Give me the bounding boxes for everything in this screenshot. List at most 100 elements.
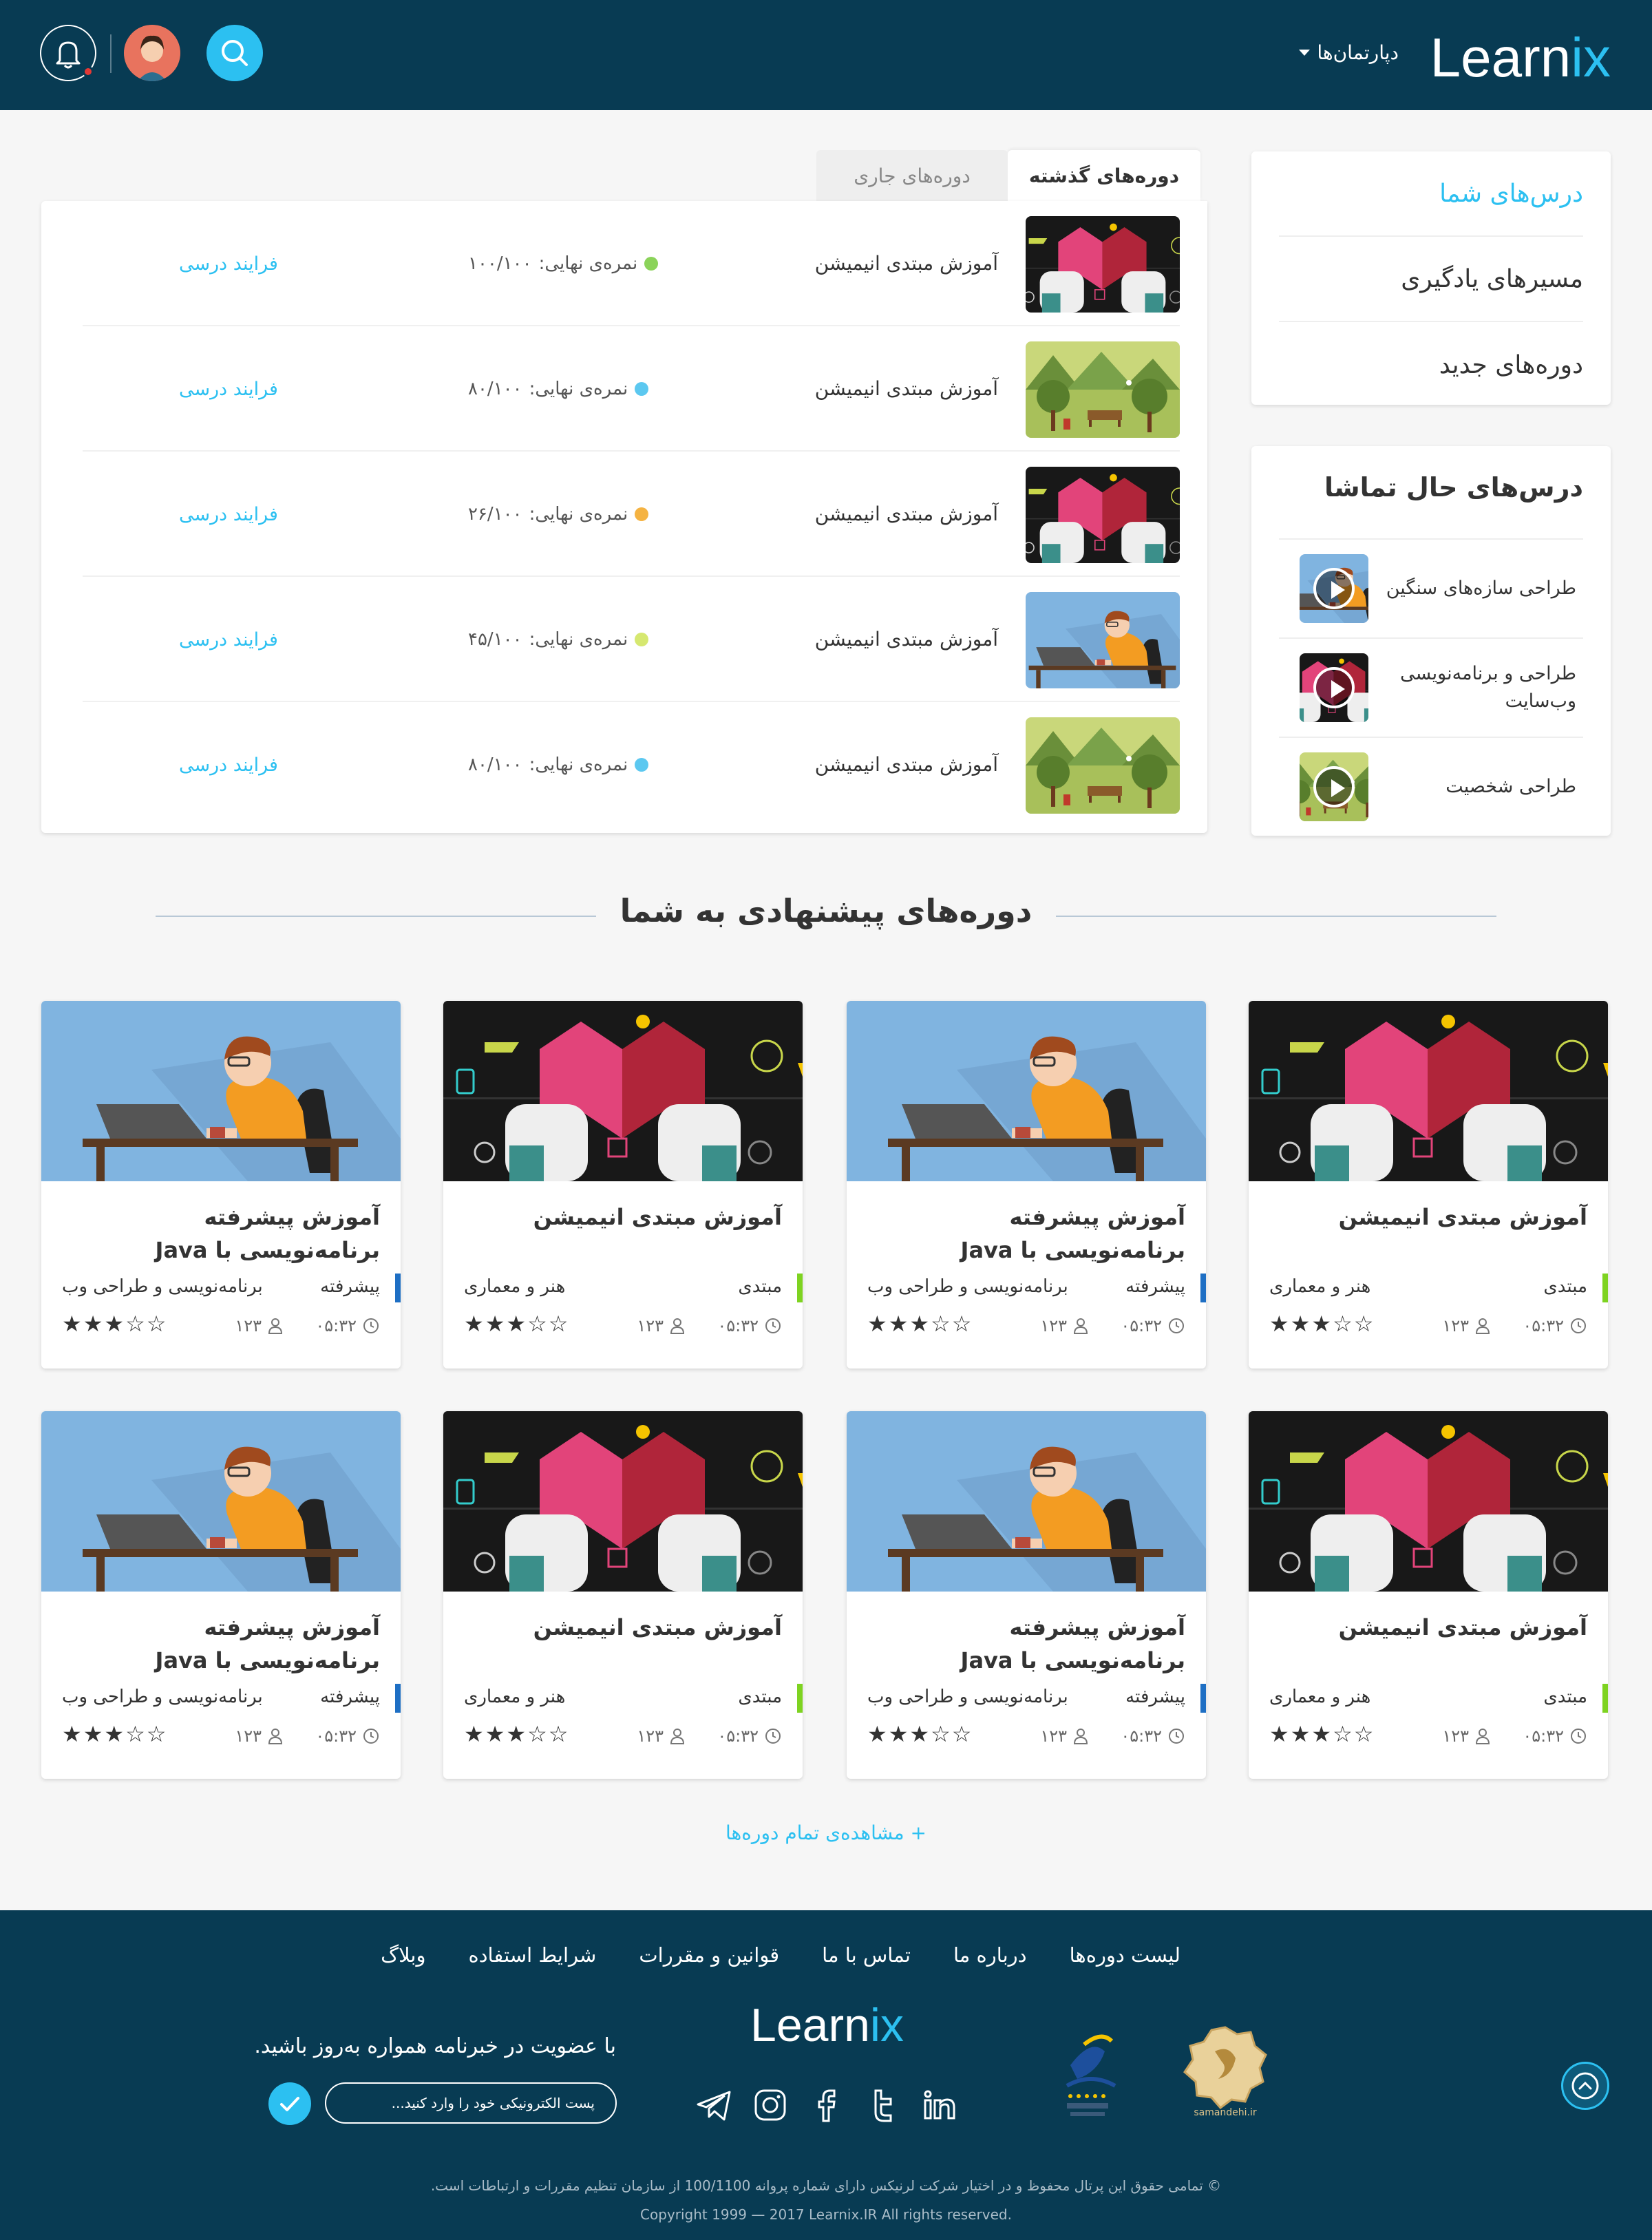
course-duration-value: ۰۵:۳۲ (315, 1316, 357, 1335)
course-card[interactable]: آموزش پیشرفته برنامه‌نویسی با Java پیشرف… (41, 1411, 401, 1779)
course-image[interactable] (1249, 1411, 1608, 1592)
course-tabs: دوره‌های گذشته دوره‌های جاری (816, 150, 1200, 201)
past-course-row: آموزش مبتدی انیمیشن نمره‌ی نهایی: ۲۶/۱۰۰ … (83, 452, 1180, 577)
course-image[interactable] (41, 1411, 401, 1592)
footer-link[interactable]: لیست دوره‌ها (1070, 1943, 1180, 1967)
course-card[interactable]: آموزش مبتدی انیمیشن مبتدی هنر و معماری ۰… (1249, 1411, 1608, 1779)
course-duration-value: ۰۵:۳۲ (717, 1726, 759, 1746)
samandehi-logo: samandehi.ir (1183, 2026, 1267, 2118)
linkedin-icon[interactable] (921, 2086, 958, 2124)
course-process-link[interactable]: فرایند درسی (179, 754, 278, 776)
course-title[interactable]: آموزش مبتدی انیمیشن (464, 1201, 782, 1234)
course-duration: ۰۵:۳۲ (1523, 1316, 1587, 1335)
past-course-thumbnail[interactable] (1026, 341, 1180, 438)
notifications-button[interactable] (40, 25, 96, 81)
watching-thumbnail[interactable] (1300, 554, 1368, 623)
play-icon[interactable] (1313, 766, 1355, 807)
course-title[interactable]: آموزش پیشرفته برنامه‌نویسی با Java (867, 1201, 1185, 1267)
watching-item-title[interactable]: طراحی سازه‌های سنگین (1377, 575, 1576, 602)
course-process-link[interactable]: فرایند درسی (179, 504, 278, 525)
course-card[interactable]: آموزش مبتدی انیمیشن مبتدی هنر و معماری ۰… (443, 1411, 803, 1779)
past-course-title[interactable]: آموزش مبتدی انیمیشن (815, 628, 998, 651)
course-category: برنامه‌نویسی و طراحی وب (62, 1276, 263, 1297)
menu-item-learning-paths[interactable]: مسیرهای یادگیری (1279, 237, 1583, 322)
past-course-thumbnail[interactable] (1026, 467, 1180, 563)
course-card[interactable]: آموزش پیشرفته برنامه‌نویسی با Java پیشرف… (847, 1001, 1206, 1369)
departments-dropdown[interactable]: دپارتمان‌ها (1299, 41, 1399, 64)
course-process-link[interactable]: فرایند درسی (179, 629, 278, 651)
enamad-badge[interactable] (1050, 2024, 1132, 2127)
footer-link[interactable]: درباره ما (953, 1943, 1027, 1967)
watching-item-title[interactable]: طراحی و برنامه‌نویسی وب‌سایت (1377, 660, 1576, 715)
course-title[interactable]: آموزش پیشرفته برنامه‌نویسی با Java (62, 1611, 380, 1677)
tab-past-courses[interactable]: دوره‌های گذشته (1008, 150, 1200, 201)
course-title[interactable]: آموزش پیشرفته برنامه‌نویسی با Java (867, 1611, 1185, 1677)
past-course-thumbnail[interactable] (1026, 717, 1180, 814)
user-icon (670, 1729, 685, 1744)
course-students-value: ۱۲۳ (1040, 1726, 1067, 1746)
samandehi-badge[interactable]: samandehi.ir (1180, 2024, 1270, 2127)
course-card[interactable]: آموزش پیشرفته برنامه‌نویسی با Java پیشرف… (41, 1001, 401, 1369)
course-title[interactable]: آموزش مبتدی انیمیشن (1269, 1611, 1587, 1644)
user-icon (1073, 1318, 1088, 1334)
site-logo[interactable]: Learnix (1430, 26, 1611, 89)
star-rating: ★★★☆☆ (62, 1311, 168, 1337)
course-image[interactable] (847, 1001, 1206, 1181)
play-icon[interactable] (1313, 667, 1355, 708)
course-title[interactable]: آموزش مبتدی انیمیشن (1269, 1201, 1587, 1234)
footer-logo[interactable]: Learnix (750, 1998, 904, 2052)
watching-item-title[interactable]: طراحی شخصیت (1377, 773, 1576, 801)
watching-item[interactable]: طراحی شخصیت (1279, 737, 1583, 836)
park-illustration (1026, 717, 1180, 814)
past-course-title[interactable]: آموزش مبتدی انیمیشن (815, 252, 998, 275)
facebook-icon[interactable] (808, 2086, 845, 2124)
view-all-courses-link[interactable]: + مشاهده‌ی تمام دوره‌ها (0, 1821, 1652, 1844)
twitter-icon[interactable] (865, 2086, 902, 2124)
final-score: نمره‌ی نهایی: ۴۵/۱۰۰ (468, 629, 649, 650)
final-score: نمره‌ی نهایی: ۸۰/۱۰۰ (468, 754, 649, 775)
past-course-title[interactable]: آموزش مبتدی انیمیشن (815, 753, 998, 776)
play-icon[interactable] (1313, 568, 1355, 609)
watching-item[interactable]: طراحی و برنامه‌نویسی وب‌سایت (1279, 637, 1583, 737)
footer-link[interactable]: شرایط استفاده (468, 1943, 596, 1967)
course-students-value: ۱۲۳ (1442, 1316, 1469, 1335)
course-students-value: ۱۲۳ (235, 1726, 262, 1746)
telegram-icon[interactable] (695, 2086, 732, 2124)
course-image[interactable] (443, 1001, 803, 1181)
course-image[interactable] (443, 1411, 803, 1592)
course-image[interactable] (847, 1411, 1206, 1592)
course-process-link[interactable]: فرایند درسی (179, 253, 278, 275)
tab-current-courses[interactable]: دوره‌های جاری (816, 150, 1008, 201)
course-card[interactable]: آموزش مبتدی انیمیشن مبتدی هنر و معماری ۰… (1249, 1001, 1608, 1369)
past-course-thumbnail[interactable] (1026, 592, 1180, 688)
menu-item-your-lessons[interactable]: درس‌های شما (1279, 151, 1583, 237)
footer-link[interactable]: قوانین و مقررات (639, 1943, 779, 1967)
course-title[interactable]: آموزش پیشرفته برنامه‌نویسی با Java (62, 1201, 380, 1267)
watching-thumbnail[interactable] (1300, 752, 1368, 821)
course-image[interactable] (1249, 1001, 1608, 1181)
past-course-title[interactable]: آموزش مبتدی انیمیشن (815, 377, 998, 400)
past-course-title[interactable]: آموزش مبتدی انیمیشن (815, 503, 998, 525)
course-process-link[interactable]: فرایند درسی (179, 379, 278, 400)
search-button[interactable] (206, 25, 263, 81)
avatar[interactable] (124, 25, 180, 81)
footer-link[interactable]: وبلاگ (381, 1943, 425, 1967)
programmer-illustration (847, 1411, 1206, 1592)
footer-link[interactable]: تماس با ما (822, 1943, 911, 1967)
instagram-icon[interactable] (752, 2086, 789, 2124)
score-dot (635, 382, 649, 396)
course-card[interactable]: آموزش مبتدی انیمیشن مبتدی هنر و معماری ۰… (443, 1001, 803, 1369)
past-course-thumbnail[interactable] (1026, 216, 1180, 313)
course-card[interactable]: آموزش پیشرفته برنامه‌نویسی با Java پیشرف… (847, 1411, 1206, 1779)
course-students-value: ۱۲۳ (637, 1726, 664, 1746)
menu-item-new-courses[interactable]: دوره‌های جدید (1279, 322, 1583, 408)
user-icon (1475, 1729, 1490, 1744)
newsletter-email-input[interactable]: پست الکترونیکی خود را وارد کنید... (325, 2082, 617, 2124)
newsletter-submit-button[interactable] (268, 2082, 311, 2125)
watching-thumbnail[interactable] (1300, 653, 1368, 722)
course-duration: ۰۵:۳۲ (315, 1726, 380, 1746)
course-image[interactable] (41, 1001, 401, 1181)
course-title[interactable]: آموزش مبتدی انیمیشن (464, 1611, 782, 1644)
scroll-to-top-button[interactable] (1561, 2062, 1609, 2110)
watching-item[interactable]: طراحی سازه‌های سنگین (1279, 538, 1583, 637)
